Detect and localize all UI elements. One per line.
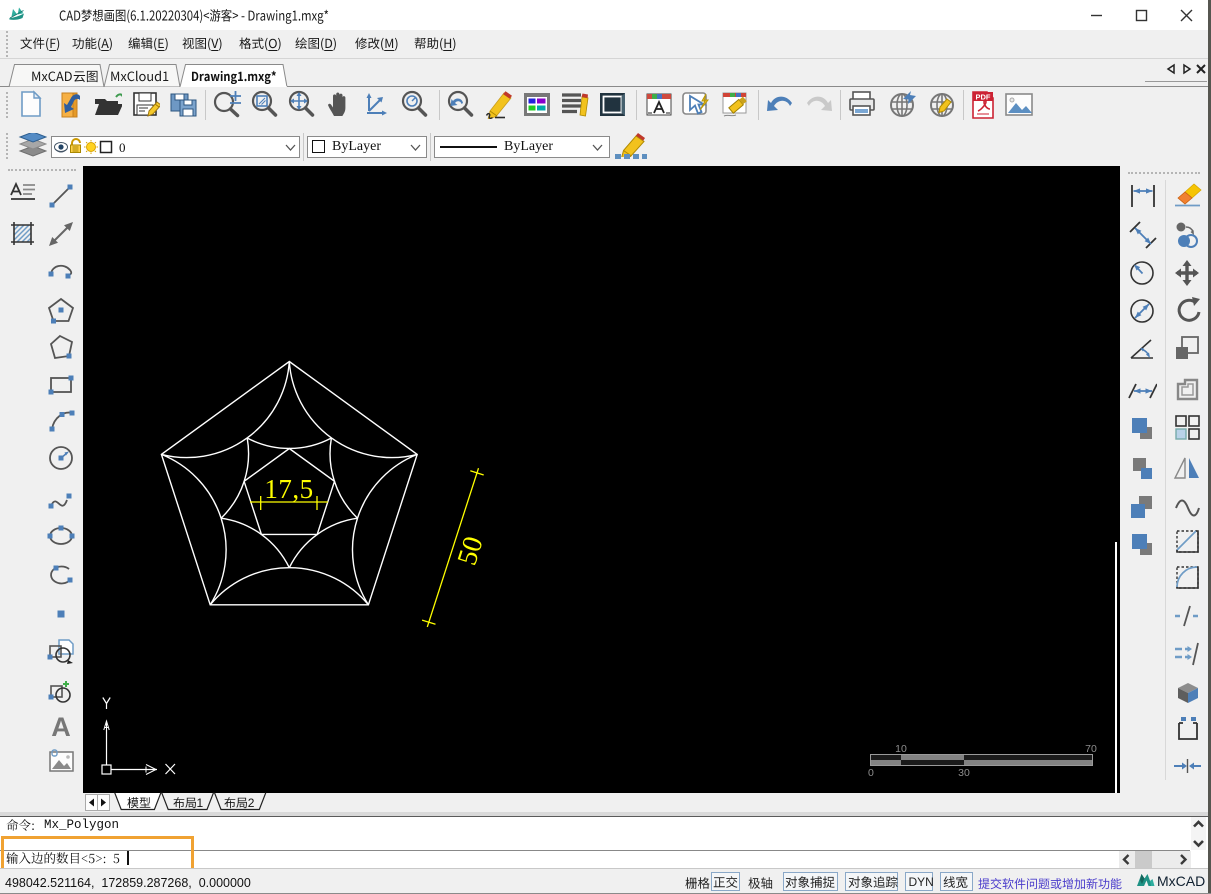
svg-text:30: 30 bbox=[958, 767, 970, 779]
svg-text:70: 70 bbox=[1085, 743, 1097, 755]
svg-text:A: A bbox=[51, 712, 71, 741]
svg-text:0: 0 bbox=[868, 767, 874, 779]
svg-text:PDF: PDF bbox=[976, 93, 991, 102]
svg-text:17,5: 17,5 bbox=[264, 474, 313, 504]
svg-text:10: 10 bbox=[895, 743, 907, 755]
